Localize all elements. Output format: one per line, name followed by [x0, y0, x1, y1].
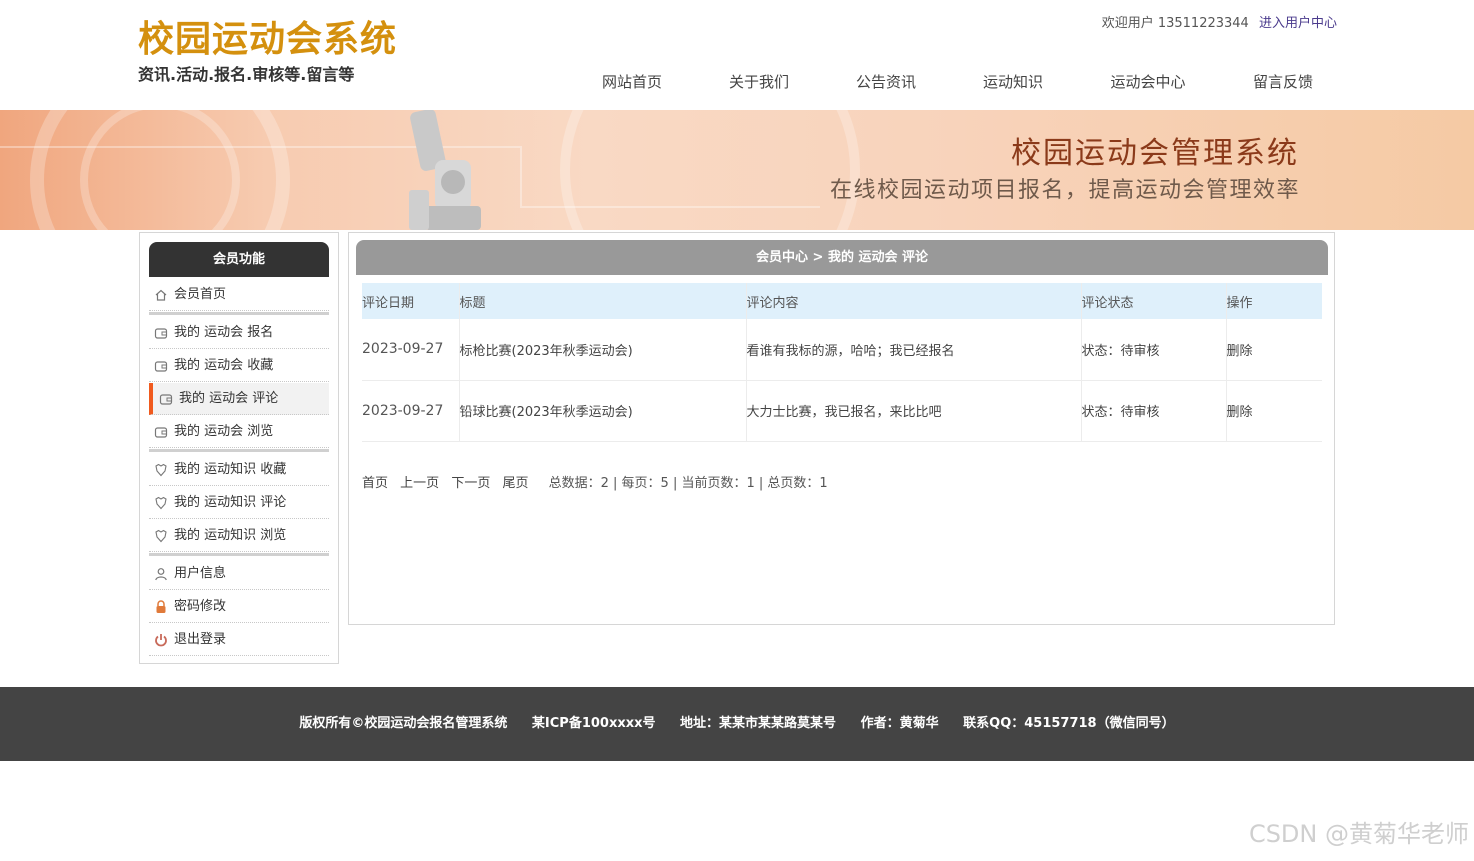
sidebar-item-label: 我的 运动知识 浏览 [174, 528, 287, 543]
cell-content: 大力士比赛，我已报名，来比比吧 [745, 380, 1081, 442]
wallet-icon [159, 394, 173, 405]
badge-icon [155, 496, 167, 510]
sidebar-item-logout[interactable]: 退出登录 [149, 624, 329, 656]
welcome-text: 欢迎用户 13511223344 [1101, 16, 1249, 31]
sidebar-divider [149, 312, 329, 315]
footer-copyright: 版权所有©校园运动会报名管理系统 [299, 716, 508, 731]
sidebar-item-sports-signup[interactable]: 我的 运动会 报名 [149, 317, 329, 349]
wallet-icon [154, 361, 168, 372]
site-logo-subtitle: 资讯.活动.报名.审核等.留言等 [138, 65, 355, 84]
badge-icon [155, 529, 167, 543]
footer-address: 地址：某某市某某路莫某号 [680, 716, 837, 731]
sidebar-item-sports-comments[interactable]: 我的 运动会 评论 [149, 383, 329, 415]
user-icon [155, 568, 167, 581]
robot-arm-image [409, 110, 481, 230]
pager-prev-link[interactable]: 上一页 [400, 476, 439, 491]
cell-title[interactable]: 铅球比赛(2023年秋季运动会) [458, 380, 746, 442]
user-center-link[interactable]: 进入用户中心 [1259, 16, 1337, 31]
banner-decoration [520, 206, 820, 208]
table-header-row: 评论日期 标题 评论内容 评论状态 操作 [362, 283, 1322, 319]
footer-icp: 某ICP备100xxxx号 [531, 716, 656, 731]
site-header: 校园运动会系统 资讯.活动.报名.审核等.留言等 欢迎用户 1351122334… [0, 0, 1474, 110]
nav-item-news[interactable]: 公告资讯 [828, 70, 944, 94]
badge-icon [155, 463, 167, 477]
content-panel: 会员中心 > 我的 运动会 评论 评论日期 标题 评论内容 评论状态 操作 20… [348, 232, 1335, 625]
column-header-status: 评论状态 [1080, 283, 1226, 319]
main-nav: 网站首页 关于我们 公告资讯 运动知识 运动会中心 留言反馈 [574, 70, 1352, 94]
pager-first-link[interactable]: 首页 [362, 476, 388, 491]
sidebar-item-sports-history[interactable]: 我的 运动会 浏览 [149, 416, 329, 448]
sidebar-item-sports-favorites[interactable]: 我的 运动会 收藏 [149, 350, 329, 382]
sidebar-item-label: 我的 运动知识 收藏 [174, 462, 287, 477]
lock-icon [156, 600, 166, 613]
sidebar-item-label: 密码修改 [174, 599, 227, 614]
cell-status: 状态：待审核 [1080, 319, 1226, 381]
sidebar-item-label: 我的 运动会 收藏 [174, 358, 274, 373]
wallet-icon [154, 427, 168, 438]
cell-date: 2023-09-27 [362, 319, 459, 381]
sidebar-item-change-password[interactable]: 密码修改 [149, 591, 329, 623]
sidebar-item-label: 我的 运动会 浏览 [174, 424, 274, 439]
sidebar-item-member-home[interactable]: 会员首页 [149, 279, 329, 311]
csdn-watermark: CSDN @黄菊华老师 [1248, 820, 1469, 848]
sidebar-item-label: 用户信息 [174, 566, 227, 581]
user-topbar: 欢迎用户 13511223344 进入用户中心 [1102, 14, 1337, 34]
banner-decoration [520, 146, 522, 206]
sidebar-item-knowledge-comments[interactable]: 我的 运动知识 评论 [149, 487, 329, 519]
breadcrumb: 会员中心 > 我的 运动会 评论 [356, 240, 1328, 275]
column-header-content: 评论内容 [745, 283, 1081, 319]
cell-title[interactable]: 标枪比赛(2023年秋季运动会) [458, 319, 746, 381]
nav-item-home[interactable]: 网站首页 [574, 70, 690, 94]
sidebar-item-label: 我的 运动知识 评论 [174, 495, 287, 510]
banner-title: 校园运动会管理系统 [1011, 136, 1299, 171]
column-header-date: 评论日期 [362, 283, 459, 319]
sidebar-item-knowledge-favorites[interactable]: 我的 运动知识 收藏 [149, 454, 329, 486]
table-row: 2023-09-27 标枪比赛(2023年秋季运动会) 看谁有我标的源，哈哈；我… [362, 319, 1322, 381]
cell-status: 状态：待审核 [1080, 380, 1226, 442]
wallet-icon [154, 328, 168, 339]
column-header-title: 标题 [458, 283, 746, 319]
power-icon [155, 634, 167, 647]
column-header-action: 操作 [1225, 283, 1322, 319]
site-logo-title[interactable]: 校园运动会系统 [138, 18, 397, 62]
banner-decoration [80, 110, 240, 230]
nav-item-about[interactable]: 关于我们 [690, 70, 828, 94]
site-footer: 版权所有©校园运动会报名管理系统 某ICP备100xxxx号 地址：某某市某某路… [0, 687, 1474, 761]
home-icon [155, 289, 167, 301]
member-sidebar: 会员功能 会员首页 我的 运动会 报名 我的 运动会 收藏 我的 运动会 评论 … [139, 232, 339, 664]
nav-item-sports-center[interactable]: 运动会中心 [1082, 70, 1214, 94]
hero-banner: 校园运动会管理系统 在线校园运动项目报名，提高运动会管理效率 [0, 110, 1474, 230]
delete-button[interactable]: 删除 [1225, 380, 1322, 442]
banner-decoration [560, 110, 860, 230]
pager-last-link[interactable]: 尾页 [502, 476, 528, 491]
pager-next-link[interactable]: 下一页 [451, 476, 490, 491]
cell-date: 2023-09-27 [362, 380, 459, 442]
sidebar-item-label: 退出登录 [174, 632, 227, 647]
footer-contact: 联系QQ：45157718（微信同号） [963, 716, 1175, 731]
table-row: 2023-09-27 铅球比赛(2023年秋季运动会) 大力士比赛，我已报名，来… [362, 380, 1322, 442]
sidebar-item-user-info[interactable]: 用户信息 [149, 558, 329, 590]
sidebar-heading: 会员功能 [149, 242, 329, 277]
comments-table: 评论日期 标题 评论内容 评论状态 操作 2023-09-27 标枪比赛(202… [362, 283, 1322, 442]
sidebar-item-label: 我的 运动会 评论 [179, 391, 279, 406]
delete-button[interactable]: 删除 [1225, 319, 1322, 381]
pager-stats: 总数据：2 | 每页：5 | 当前页数：1 | 总页数：1 [548, 476, 828, 491]
sidebar-item-label: 我的 运动会 报名 [174, 325, 274, 340]
cell-content: 看谁有我标的源，哈哈；我已经报名 [745, 319, 1081, 381]
nav-item-knowledge[interactable]: 运动知识 [944, 70, 1082, 94]
banner-subtitle: 在线校园运动项目报名，提高运动会管理效率 [829, 178, 1300, 203]
footer-author: 作者：黄菊华 [860, 716, 939, 731]
sidebar-item-knowledge-history[interactable]: 我的 运动知识 浏览 [149, 520, 329, 552]
pagination: 首页 上一页 下一页 尾页 总数据：2 | 每页：5 | 当前页数：1 | 总页… [362, 473, 828, 495]
nav-item-feedback[interactable]: 留言反馈 [1214, 70, 1352, 94]
sidebar-item-label: 会员首页 [174, 287, 227, 302]
sidebar-divider [149, 449, 329, 452]
sidebar-divider [149, 553, 329, 556]
